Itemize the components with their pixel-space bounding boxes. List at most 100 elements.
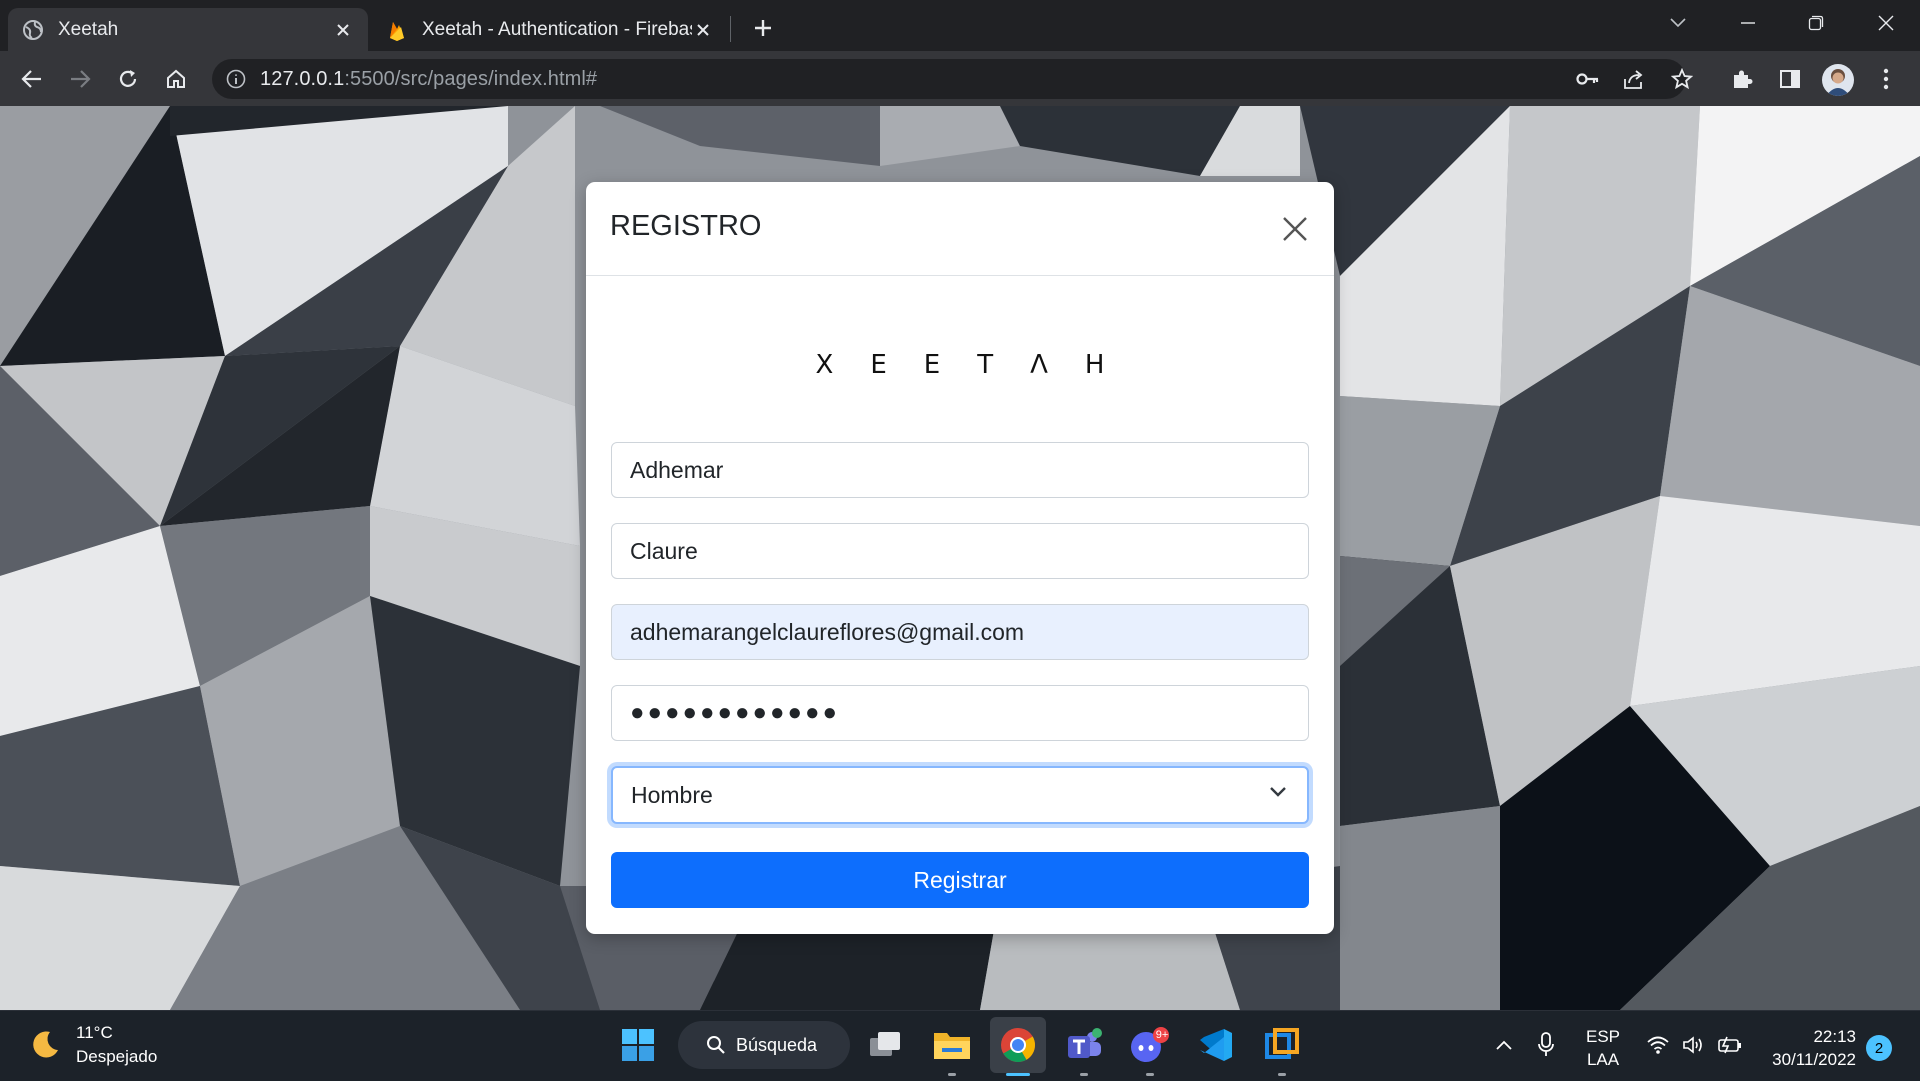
taskbar-search[interactable]: Búsqueda xyxy=(678,1021,850,1069)
page-viewport: REGISTRO XEETΛH Adhemar Claure adhemaran… xyxy=(0,106,1920,1010)
reload-icon xyxy=(119,70,137,87)
plus-icon xyxy=(755,20,771,36)
virtual-machine-icon xyxy=(1265,1028,1299,1059)
start-button[interactable] xyxy=(618,1025,658,1065)
close-icon xyxy=(1283,217,1307,241)
weather-widget[interactable]: 11°C Despejado xyxy=(28,1021,157,1069)
new-tab-button[interactable] xyxy=(746,11,780,45)
search-label: Búsqueda xyxy=(736,1034,818,1055)
restore-icon xyxy=(1808,15,1824,31)
home-button[interactable] xyxy=(156,59,196,99)
url-text: 127.0.0.1:5500/src/pages/index.html# xyxy=(260,68,597,91)
task-view-icon xyxy=(870,1032,900,1056)
address-bar[interactable]: 127.0.0.1:5500/src/pages/index.html# xyxy=(212,59,1686,99)
globe-icon xyxy=(22,19,44,41)
first-name-input[interactable]: Adhemar xyxy=(611,442,1309,498)
weather-temp: 11°C xyxy=(76,1023,113,1042)
side-panel-icon xyxy=(1780,70,1800,88)
vscode-icon xyxy=(1200,1029,1232,1061)
minimize-button[interactable] xyxy=(1726,8,1770,38)
weather-desc: Despejado xyxy=(76,1047,158,1066)
tab-separator xyxy=(730,16,731,42)
folder-icon xyxy=(934,1033,970,1059)
windows-icon xyxy=(622,1029,654,1061)
clock-time: 22:13 xyxy=(1813,1027,1856,1046)
email-input[interactable]: adhemarangelclaureflores@gmail.com xyxy=(611,604,1309,660)
running-indicator xyxy=(1080,1073,1088,1076)
modal-close-button[interactable] xyxy=(1278,212,1312,246)
wifi-button[interactable] xyxy=(1638,1025,1678,1065)
notification-badge[interactable]: 2 xyxy=(1866,1035,1892,1061)
modal-title: REGISTRO xyxy=(610,210,762,242)
close-tab-icon[interactable] xyxy=(692,19,714,41)
extensions-button[interactable] xyxy=(1722,59,1762,99)
gender-select[interactable]: Hombre xyxy=(611,766,1309,824)
chevron-down-icon xyxy=(1670,18,1686,28)
tab-search-button[interactable] xyxy=(1656,8,1700,38)
firebase-icon xyxy=(386,19,408,41)
back-button[interactable] xyxy=(12,59,52,99)
input-language[interactable]: ESP LAA xyxy=(1586,1025,1620,1071)
teams-icon xyxy=(1068,1028,1102,1058)
kebab-menu-icon xyxy=(1883,68,1889,90)
passwords-button[interactable] xyxy=(1568,59,1608,99)
speaker-icon xyxy=(1683,1036,1702,1054)
share-button[interactable] xyxy=(1614,59,1654,99)
url-path: :5500/src/pages/index.html# xyxy=(344,67,598,90)
xeetah-logo: XEETΛH xyxy=(815,350,1142,380)
arrow-right-icon xyxy=(71,70,91,88)
puzzle-icon xyxy=(1734,70,1753,88)
vscode-button[interactable] xyxy=(1196,1025,1236,1065)
profile-avatar[interactable] xyxy=(1822,64,1854,96)
register-button[interactable]: Registrar xyxy=(611,852,1309,908)
bookmark-button[interactable] xyxy=(1662,59,1702,99)
password-input[interactable]: ●●●●●●●●●●●● xyxy=(611,685,1309,741)
tab-title: Xeetah xyxy=(58,18,119,40)
menu-button[interactable] xyxy=(1866,59,1906,99)
microphone-button[interactable] xyxy=(1526,1025,1566,1065)
close-window-button[interactable] xyxy=(1864,8,1908,38)
system-clock[interactable]: 22:13 30/11/2022 xyxy=(1762,1025,1856,1071)
close-tab-icon[interactable] xyxy=(332,19,354,41)
wifi-icon xyxy=(1647,1036,1669,1054)
last-name-input[interactable]: Claure xyxy=(611,523,1309,579)
teams-button[interactable] xyxy=(1064,1025,1104,1065)
register-modal: REGISTRO XEETΛH Adhemar Claure adhemaran… xyxy=(586,182,1334,934)
tab-title: Xeetah - Authentication - Firebas xyxy=(422,18,692,40)
battery-charging-icon xyxy=(1718,1036,1741,1054)
running-indicator xyxy=(948,1073,956,1076)
side-panel-button[interactable] xyxy=(1770,59,1810,99)
task-view-button[interactable] xyxy=(866,1025,906,1065)
modal-header: REGISTRO xyxy=(586,182,1334,276)
chevron-up-icon xyxy=(1496,1040,1512,1050)
chrome-button[interactable] xyxy=(998,1025,1038,1065)
tab-xeetah[interactable]: Xeetah xyxy=(8,8,368,51)
forward-button[interactable] xyxy=(60,59,100,99)
show-hidden-icons-button[interactable] xyxy=(1484,1025,1524,1065)
discord-button[interactable]: 9+ xyxy=(1130,1025,1170,1065)
battery-button[interactable] xyxy=(1710,1025,1750,1065)
avatar-icon xyxy=(1826,69,1850,96)
clock-date: 30/11/2022 xyxy=(1772,1050,1856,1069)
restore-button[interactable] xyxy=(1794,8,1838,38)
running-indicator xyxy=(1146,1073,1154,1076)
search-icon xyxy=(707,1036,725,1054)
chevron-down-icon xyxy=(1270,787,1286,797)
running-indicator xyxy=(1278,1073,1286,1076)
virtualbox-button[interactable] xyxy=(1262,1025,1302,1065)
url-host: 127.0.0.1 xyxy=(260,67,345,90)
tab-firebase[interactable]: Xeetah - Authentication - Firebas xyxy=(372,8,728,51)
discord-badge: 9+ xyxy=(1155,1029,1169,1041)
minimize-icon xyxy=(1741,22,1755,24)
info-icon[interactable] xyxy=(226,69,246,89)
volume-button[interactable] xyxy=(1674,1025,1714,1065)
windows-taskbar: 11°C Despejado Búsqueda 9+ ESP LAA 22:13… xyxy=(0,1010,1920,1081)
lang-code: ESP xyxy=(1586,1027,1621,1046)
microphone-icon xyxy=(1538,1032,1554,1056)
gender-selected-value: Hombre xyxy=(631,781,713,808)
moon-icon xyxy=(33,1031,58,1058)
star-icon xyxy=(1671,68,1693,90)
lang-layout: LAA xyxy=(1586,1050,1620,1069)
reload-button[interactable] xyxy=(108,59,148,99)
file-explorer-button[interactable] xyxy=(932,1025,972,1065)
